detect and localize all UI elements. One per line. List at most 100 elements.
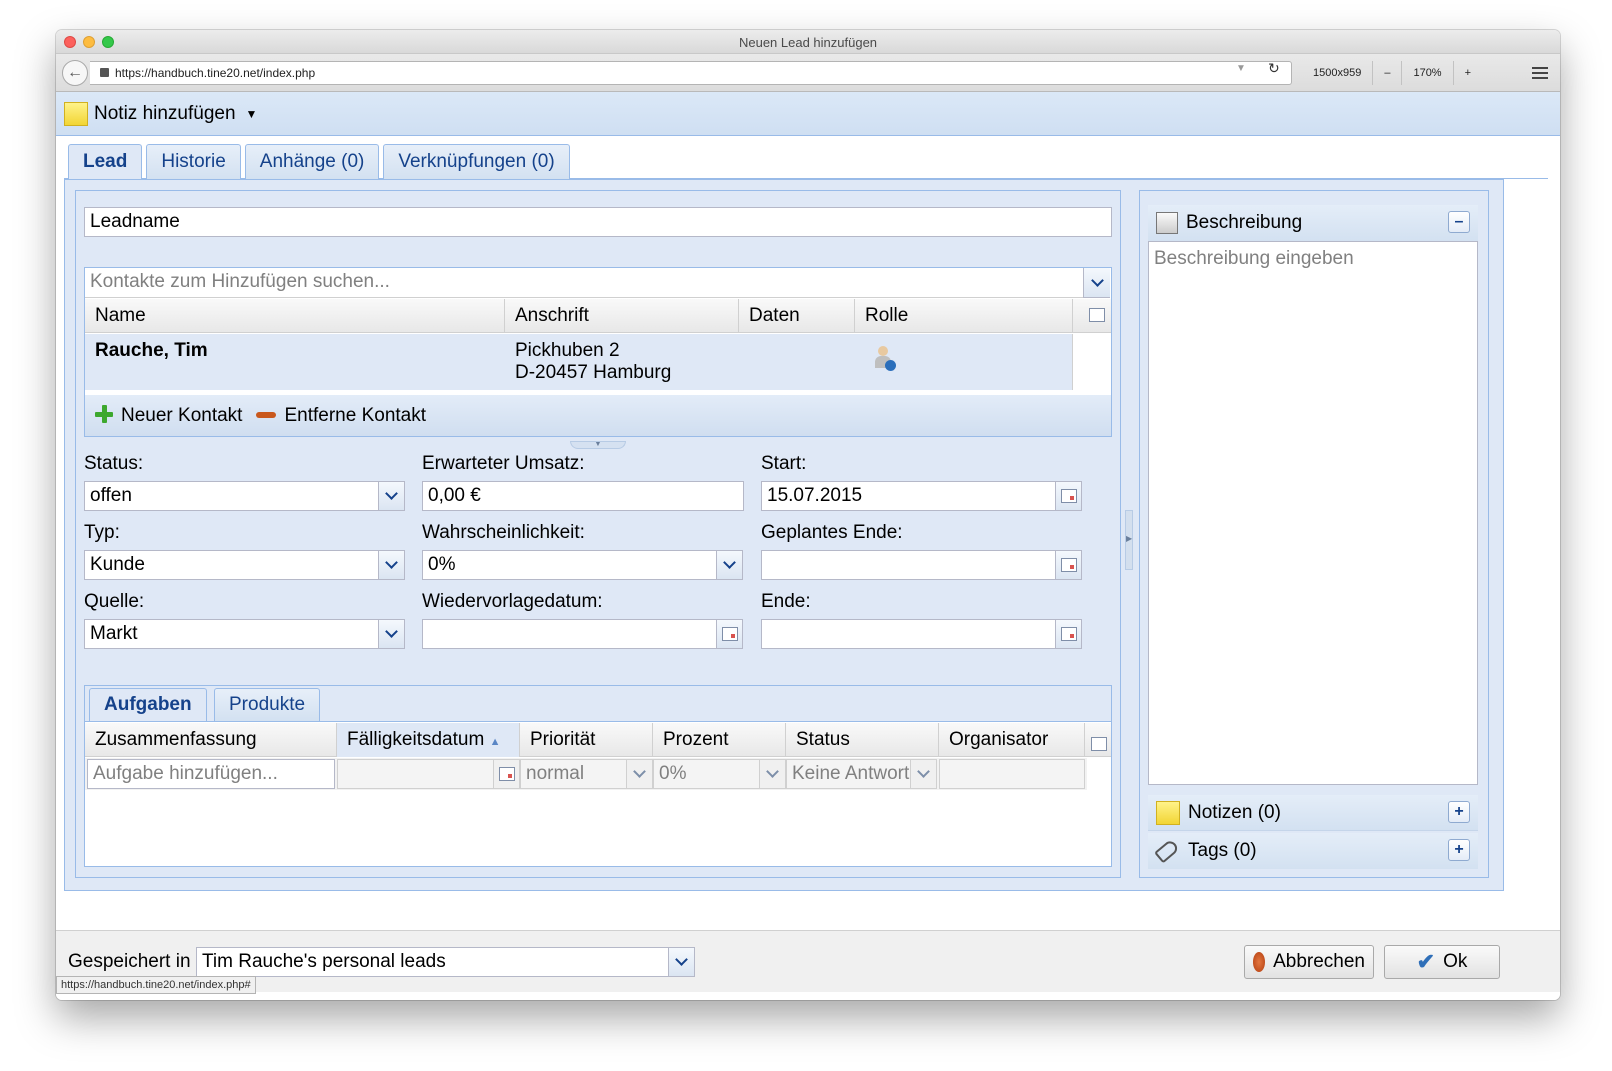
expand-tags-button[interactable]: + [1448,839,1470,861]
resubmission-picker[interactable] [716,619,743,649]
add-icon [95,404,113,423]
source-select[interactable]: Markt [84,619,380,649]
description-title: Beschreibung [1186,212,1303,233]
task-percent-dropdown[interactable] [759,759,786,789]
tag-icon [1154,838,1180,864]
column-header-role[interactable]: Rolle [855,299,1073,333]
task-status-select[interactable]: Keine Antwort [786,759,912,789]
tab-lead[interactable]: Lead [68,144,143,179]
plus-icon: + [1454,803,1464,820]
turnover-input[interactable]: 0,00 € [422,481,744,511]
calendar-icon [1060,558,1077,572]
contacts-search-dropdown[interactable] [1083,268,1110,298]
reload-icon[interactable]: ↻ [1268,60,1280,77]
source-dropdown[interactable] [378,619,405,649]
column-header-percent[interactable]: Prozent [653,723,786,757]
zoom-in-button[interactable]: + [1454,61,1482,85]
container-dropdown[interactable] [668,947,695,977]
task-percent-select[interactable]: 0% [653,759,761,789]
tab-attachments[interactable]: Anhänge (0) [244,144,380,179]
start-label: Start: [761,453,807,474]
east-panel-collapse-handle[interactable]: ▶ [1125,510,1133,570]
cancel-icon [1253,952,1266,972]
back-button[interactable]: ← [62,60,88,86]
tab-products[interactable]: Produkte [214,688,321,721]
leadname-input[interactable]: Leadname [84,207,1112,237]
calendar-icon [498,767,515,781]
title-bar: Neuen Lead hinzufügen [56,30,1560,54]
tags-header[interactable]: Tags (0) [1148,833,1478,869]
column-header-priority[interactable]: Priorität [520,723,653,757]
lock-icon [100,68,109,77]
probability-select[interactable]: 0% [422,550,718,580]
task-status-dropdown[interactable] [910,759,937,789]
viewport-size[interactable]: 1500x959 [1302,61,1374,85]
status-label: Status: [84,453,144,474]
sort-asc-icon: ▲ [489,736,501,748]
chevron-down-icon [385,487,398,500]
end-date-picker[interactable] [1055,619,1082,649]
address-field[interactable]: https://handbuch.tine20.net/index.php [90,61,1292,85]
lead-form: Leadname Kontakte zum Hinzufügen suchen.… [75,190,1121,878]
column-header-name[interactable]: Name [85,299,505,333]
column-header-summary[interactable]: Zusammenfassung [85,723,337,757]
chevron-down-icon [385,625,398,638]
chevron-down-icon [385,556,398,569]
columns-menu-icon[interactable] [1091,737,1107,751]
task-organizer-input[interactable] [939,759,1085,789]
contact-role-icon[interactable] [875,346,896,372]
description-textarea[interactable]: Beschreibung eingeben [1148,241,1478,785]
task-summary-input[interactable]: Aufgabe hinzufügen... [87,759,335,789]
notes-header[interactable]: Notizen (0) [1148,795,1478,831]
zoom-out-button[interactable]: – [1373,61,1403,85]
column-header-organizer[interactable]: Organisator [939,723,1085,757]
add-note-button[interactable]: Notiz hinzufügen [94,103,236,125]
caret-down-icon[interactable]: ▼ [246,107,258,121]
chevron-down-icon [675,953,688,966]
lead-panel: Leadname Kontakte zum Hinzufügen suchen.… [64,179,1504,891]
task-due-date-input[interactable] [337,759,495,789]
notepad-icon [1156,212,1178,234]
splitter-collapse-handle[interactable]: ▼ [570,441,626,449]
tab-tasks[interactable]: Aufgaben [89,688,207,721]
end-date-input[interactable] [761,619,1057,649]
tab-relations[interactable]: Verknüpfungen (0) [383,144,570,179]
column-header-due-date[interactable]: Fälligkeitsdatum ▲ [337,723,520,757]
tags-label: Tags (0) [1188,840,1257,861]
type-select[interactable]: Kunde [84,550,380,580]
column-header-data[interactable]: Daten [739,299,855,333]
remove-contact-label: Entferne Kontakt [284,404,427,426]
type-dropdown[interactable] [378,550,405,580]
task-priority-dropdown[interactable] [626,759,653,789]
remove-contact-button[interactable]: Entferne Kontakt [256,405,426,427]
status-dropdown[interactable] [378,481,405,511]
probability-dropdown[interactable] [716,550,743,580]
collapse-description-button[interactable]: – [1448,211,1470,233]
column-header-status[interactable]: Status [786,723,939,757]
contacts-search-input[interactable]: Kontakte zum Hinzufügen suchen... [85,268,1083,298]
container-select[interactable]: Tim Rauche's personal leads [196,947,670,977]
expand-notes-button[interactable]: + [1448,801,1470,823]
task-new-row: Aufgabe hinzufügen... normal 0% Keine An… [85,758,1087,790]
plus-icon: + [1454,841,1464,858]
task-priority-select[interactable]: normal [520,759,628,789]
status-select[interactable]: offen [84,481,380,511]
task-due-date-picker[interactable] [493,759,520,789]
table-row[interactable]: Rauche, Tim Pickhuben 2 D-20457 Hamburg [85,334,1073,390]
planned-end-input[interactable] [761,550,1057,580]
hamburger-menu-icon[interactable] [1532,67,1548,82]
cancel-button[interactable]: Abbrechen [1244,945,1374,979]
column-header-address[interactable]: Anschrift [505,299,739,333]
planned-end-picker[interactable] [1055,550,1082,580]
columns-menu-icon[interactable] [1089,308,1105,322]
saved-in-label: Gespeichert in [68,951,191,972]
url-dropdown-icon[interactable]: ▼ [1236,63,1246,74]
resubmission-input[interactable] [422,619,718,649]
tab-history[interactable]: Historie [146,144,241,179]
new-contact-button[interactable]: Neuer Kontakt [95,404,242,427]
start-date-picker[interactable] [1055,481,1082,511]
ok-button[interactable]: ✔ Ok [1384,945,1500,979]
calendar-icon [1060,627,1077,641]
start-date-input[interactable]: 15.07.2015 [761,481,1057,511]
ok-label: Ok [1443,951,1468,972]
